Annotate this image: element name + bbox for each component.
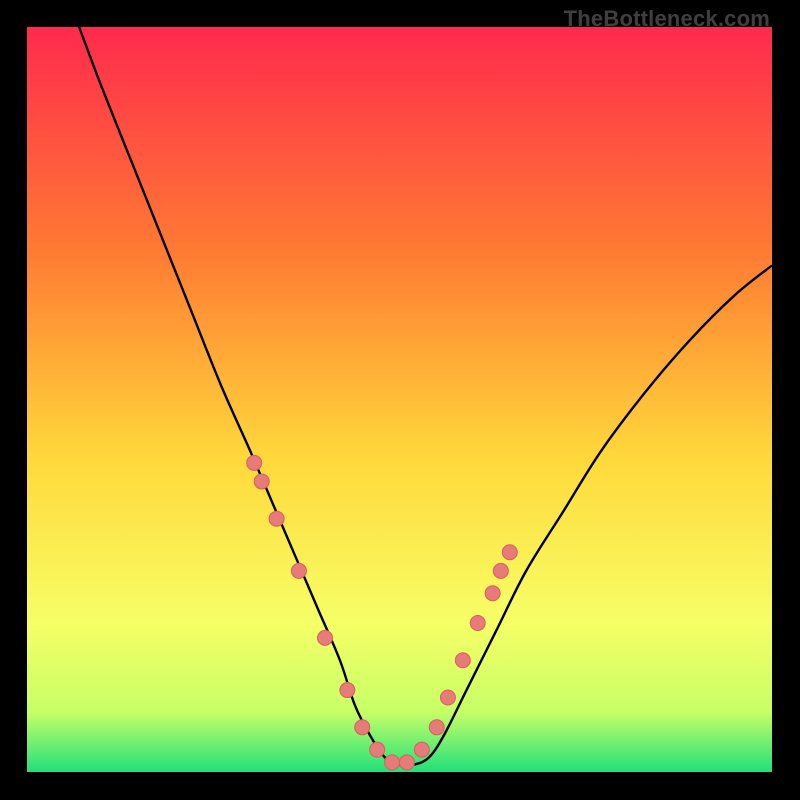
highlight-marker	[414, 742, 429, 757]
gradient-background	[27, 27, 772, 772]
highlight-marker	[470, 616, 485, 631]
highlight-marker	[429, 720, 444, 735]
highlight-marker	[493, 563, 508, 578]
highlight-marker	[385, 755, 400, 770]
watermark-label: TheBottleneck.com	[564, 6, 770, 32]
highlight-marker	[318, 630, 333, 645]
highlight-marker	[399, 755, 414, 770]
highlight-marker	[355, 720, 370, 735]
highlight-marker	[455, 653, 470, 668]
highlight-marker	[254, 474, 269, 489]
bottleneck-chart	[27, 27, 772, 772]
highlight-marker	[370, 742, 385, 757]
highlight-marker	[291, 563, 306, 578]
highlight-marker	[502, 545, 517, 560]
plot-frame	[27, 27, 772, 772]
highlight-marker	[247, 455, 262, 470]
highlight-marker	[340, 683, 355, 698]
highlight-marker	[485, 586, 500, 601]
highlight-marker	[269, 511, 284, 526]
highlight-marker	[440, 690, 455, 705]
